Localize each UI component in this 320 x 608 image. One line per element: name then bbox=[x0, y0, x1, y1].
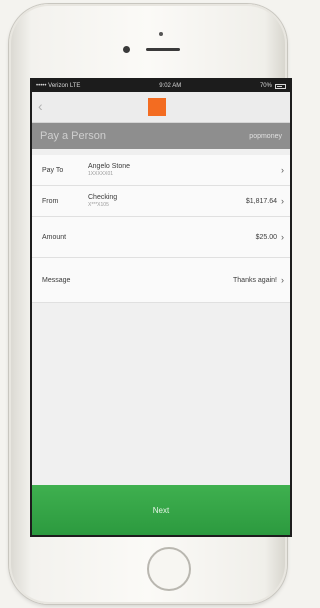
message-row[interactable]: Message Thanks again! › bbox=[32, 258, 290, 303]
status-bar: ••••• Verizon LTE 9:02 AM 70% bbox=[32, 80, 290, 92]
pay-to-label: Pay To bbox=[42, 166, 64, 174]
recipient-name: Angelo Stone bbox=[88, 163, 131, 170]
next-button-label: Next bbox=[152, 505, 170, 515]
message-label: Message bbox=[42, 276, 71, 284]
account-name: Checking bbox=[88, 194, 118, 201]
from-label: From bbox=[42, 197, 59, 205]
chevron-right-icon: › bbox=[281, 165, 284, 175]
status-carrier: ••••• Verizon LTE bbox=[36, 83, 81, 89]
page-title: Pay a Person bbox=[40, 130, 107, 142]
payment-form: Pay To Angelo Stone 1XXXXX01 › From Chec… bbox=[32, 155, 290, 303]
chevron-right-icon: › bbox=[281, 196, 284, 206]
front-camera bbox=[123, 46, 130, 53]
amount-row[interactable]: Amount $25.00 › bbox=[32, 217, 290, 258]
account-number: X***X105 bbox=[88, 202, 109, 208]
brand-logo bbox=[148, 98, 166, 116]
amount-value: $25.00 bbox=[255, 233, 277, 241]
account-info: Checking X***X105 bbox=[88, 194, 246, 208]
earpiece-speaker bbox=[146, 48, 180, 51]
chevron-right-icon: › bbox=[281, 232, 284, 242]
message-value: Thanks again! bbox=[233, 276, 277, 284]
recipient-sub: 1XXXXX01 bbox=[88, 171, 114, 177]
amount-label: Amount bbox=[42, 233, 67, 241]
app-screen: ••••• Verizon LTE 9:02 AM 70% ‹ Pay a Pe… bbox=[30, 78, 292, 537]
chevron-left-icon: ‹ bbox=[38, 98, 43, 114]
home-button[interactable] bbox=[147, 547, 191, 591]
proximity-sensor bbox=[159, 32, 163, 36]
brand-label: popmoney bbox=[249, 132, 282, 140]
recipient-info: Angelo Stone 1XXXXX01 bbox=[88, 163, 281, 177]
nav-bar: ‹ bbox=[32, 92, 290, 123]
page-header: Pay a Person popmoney bbox=[32, 123, 290, 149]
chevron-right-icon: › bbox=[281, 275, 284, 285]
next-button[interactable]: Next bbox=[32, 485, 290, 535]
status-time: 9:02 AM bbox=[159, 83, 182, 89]
back-button[interactable]: ‹ bbox=[38, 98, 43, 114]
status-right: 70% bbox=[260, 83, 286, 89]
battery-percent: 70% bbox=[259, 83, 272, 89]
battery-icon bbox=[274, 83, 286, 89]
from-row[interactable]: From Checking X***X105 $1,817.64 › bbox=[32, 186, 290, 217]
account-balance: $1,817.64 bbox=[245, 197, 277, 205]
pay-to-row[interactable]: Pay To Angelo Stone 1XXXXX01 › bbox=[32, 155, 290, 186]
